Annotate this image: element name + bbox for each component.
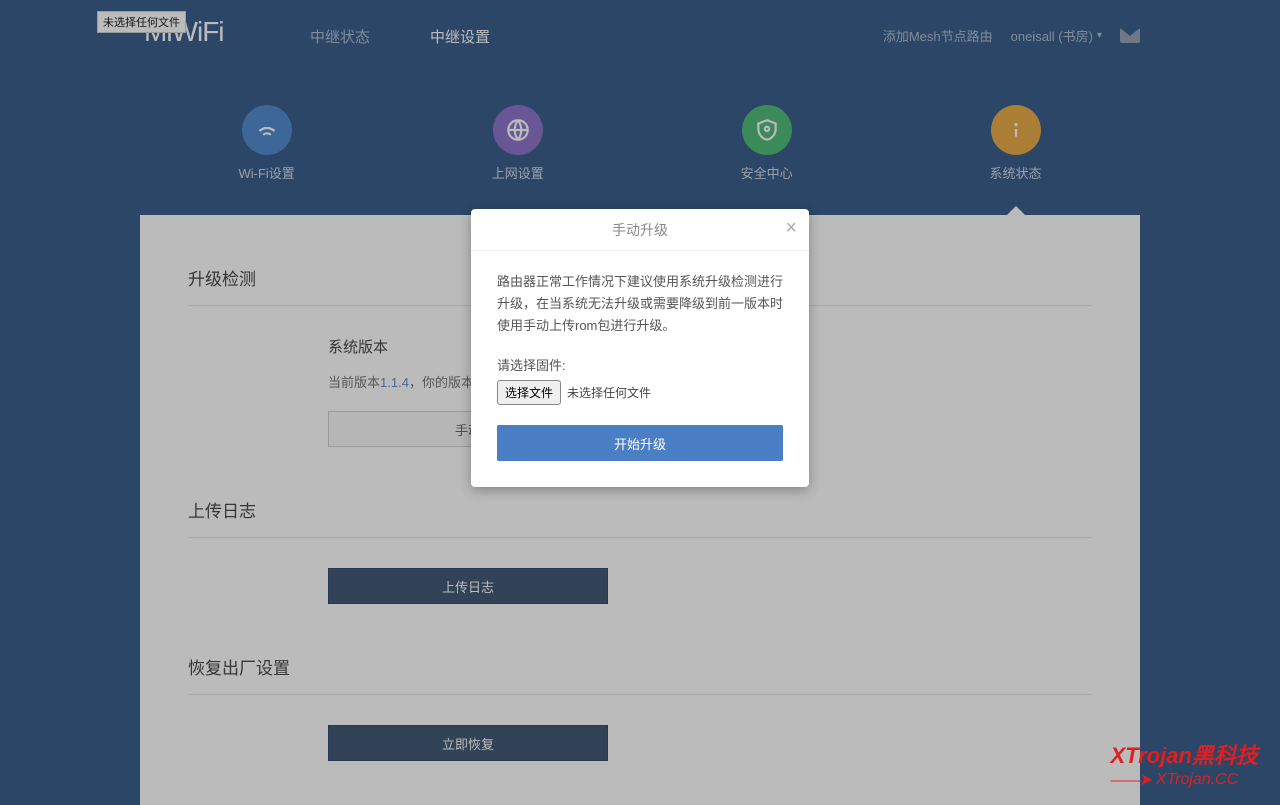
manual-upgrade-modal: 手动升级 × 路由器正常工作情况下建议使用系统升级检测进行升级，在当系统无法升级… [471,209,809,487]
modal-layer: 手动升级 × 路由器正常工作情况下建议使用系统升级检测进行升级，在当系统无法升级… [0,0,1280,805]
choose-file-button[interactable]: 选择文件 [497,380,561,405]
watermark-title: XTrojan黑科技 [1110,738,1258,770]
modal-description: 路由器正常工作情况下建议使用系统升级检测进行升级，在当系统无法升级或需要降级到前… [497,271,783,337]
watermark: XTrojan黑科技 ——➤ XTrojan.CC [1110,738,1258,790]
arrow-right-icon: ——➤ [1110,770,1149,790]
modal-body: 路由器正常工作情况下建议使用系统升级检测进行升级，在当系统无法升级或需要降级到前… [471,251,809,487]
modal-title: 手动升级 [612,220,668,240]
file-input-row: 选择文件 未选择任何文件 [497,380,783,405]
file-status-text: 未选择任何文件 [567,384,651,401]
modal-header: 手动升级 × [471,209,809,251]
file-select-label: 请选择固件: [497,355,783,374]
watermark-url: ——➤ XTrojan.CC [1110,770,1258,790]
close-icon[interactable]: × [785,218,797,238]
start-upgrade-button[interactable]: 开始升级 [497,425,783,461]
